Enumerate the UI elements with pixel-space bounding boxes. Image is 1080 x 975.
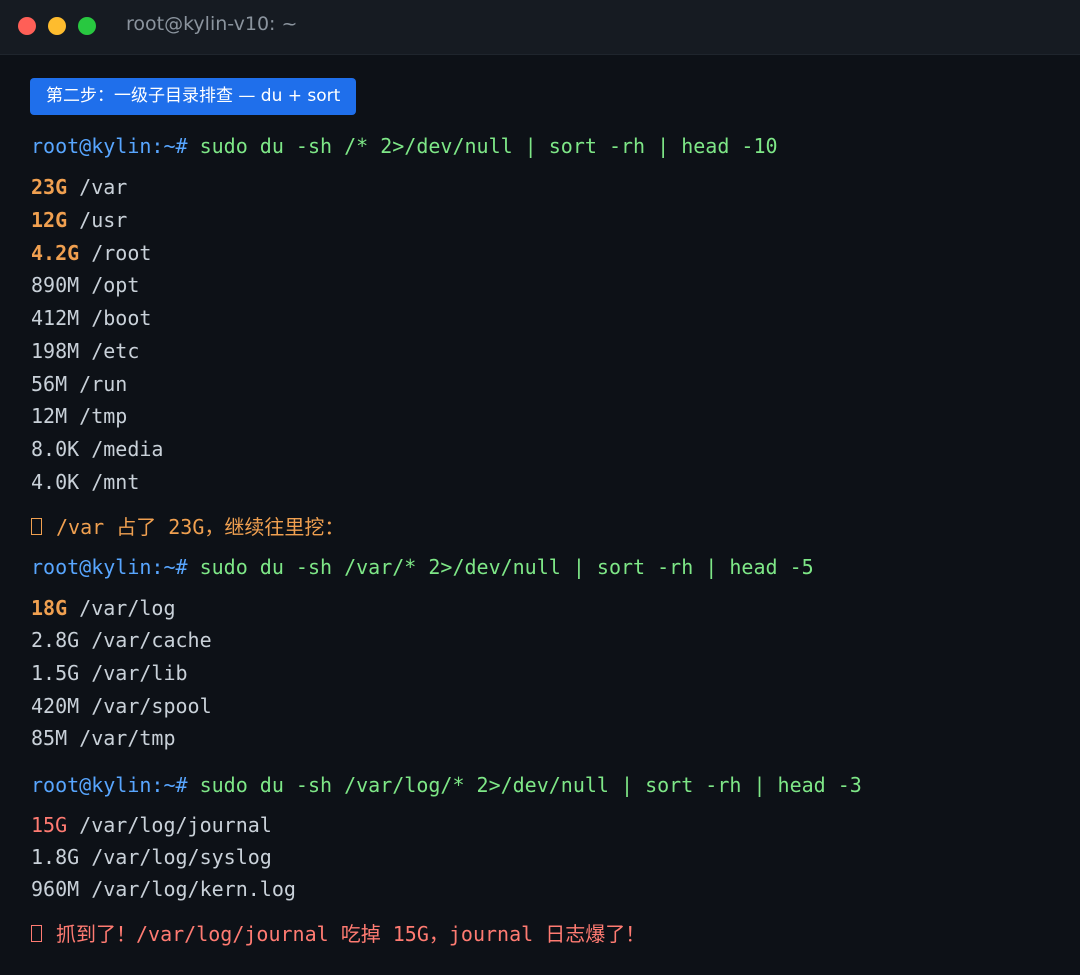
path-value: /opt — [79, 273, 140, 297]
output-row: 420M /var/spool — [31, 694, 212, 718]
command-line: root@kylin:~# sudo du -sh /* 2>/dev/null… — [31, 134, 778, 158]
output-row: 8.0K /media — [31, 437, 163, 461]
path-value: /var/log/syslog — [79, 845, 272, 869]
output-row: 4.2G /root — [31, 241, 151, 265]
command-text: sudo du -sh /* 2>/dev/null | sort -rh | … — [199, 134, 778, 158]
path-value: /mnt — [79, 470, 140, 494]
note-text: /var 占了 23G，继续往里挖： — [56, 515, 345, 539]
size-value: 890M — [31, 273, 80, 297]
output-row: 85M /var/tmp — [31, 726, 176, 750]
path-value: /var — [67, 175, 128, 199]
minimize-window-button[interactable] — [48, 17, 66, 35]
size-value: 4.0K — [31, 470, 80, 494]
output-row: 56M /run — [31, 372, 127, 396]
size-value: 412M — [31, 306, 80, 330]
size-value: 198M — [31, 339, 80, 363]
size-value: 2.8G — [31, 628, 80, 652]
shell-prompt: root@kylin:~# — [31, 134, 200, 158]
output-row: 1.5G /var/lib — [31, 661, 188, 685]
title-bar: root@kylin-v10: ~ — [0, 0, 1080, 55]
missing-glyph-icon — [31, 518, 42, 535]
analysis-note: /var 占了 23G，继续往里挖： — [31, 515, 344, 539]
path-value: /var/log/kern.log — [79, 877, 296, 901]
path-value: /var/cache — [79, 628, 212, 652]
size-value: 85M — [31, 726, 68, 750]
path-value: /media — [79, 437, 164, 461]
terminal-window: root@kylin-v10: ~ 第二步：一级子目录排查 — du + sor… — [0, 0, 1080, 975]
command-line: root@kylin:~# sudo du -sh /var/log/* 2>/… — [31, 773, 862, 797]
command-line: root@kylin:~# sudo du -sh /var/* 2>/dev/… — [31, 555, 814, 579]
output-row: 890M /opt — [31, 273, 139, 297]
path-value: /var/log/journal — [67, 813, 272, 837]
close-window-button[interactable] — [18, 17, 36, 35]
output-row: 15G /var/log/journal — [31, 813, 272, 837]
output-row: 2.8G /var/cache — [31, 628, 212, 652]
output-row: 960M /var/log/kern.log — [31, 877, 296, 901]
path-value: /var/tmp — [67, 726, 176, 750]
output-row: 412M /boot — [31, 306, 151, 330]
path-value: /usr — [67, 208, 128, 232]
output-row: 18G /var/log — [31, 596, 176, 620]
maximize-window-button[interactable] — [78, 17, 96, 35]
size-value: 12M — [31, 404, 68, 428]
path-value: /run — [67, 372, 128, 396]
path-value: /var/log — [67, 596, 176, 620]
size-value: 4.2G — [31, 241, 80, 265]
size-value: 18G — [31, 596, 68, 620]
output-row: 23G /var — [31, 175, 127, 199]
missing-glyph-icon — [31, 925, 42, 942]
note-text: 抓到了！/var/log/journal 吃掉 15G，journal 日志爆了… — [56, 922, 646, 946]
size-value: 56M — [31, 372, 68, 396]
size-value: 12G — [31, 208, 68, 232]
path-value: /var/lib — [79, 661, 188, 685]
shell-prompt: root@kylin:~# — [31, 555, 200, 579]
command-text: sudo du -sh /var/* 2>/dev/null | sort -r… — [199, 555, 814, 579]
size-value: 1.8G — [31, 845, 80, 869]
size-value: 23G — [31, 175, 68, 199]
window-title: root@kylin-v10: ~ — [126, 13, 298, 35]
path-value: /etc — [79, 339, 140, 363]
output-row: 4.0K /mnt — [31, 470, 139, 494]
path-value: /tmp — [67, 404, 128, 428]
output-row: 12G /usr — [31, 208, 127, 232]
output-row: 198M /etc — [31, 339, 139, 363]
command-text: sudo du -sh /var/log/* 2>/dev/null | sor… — [199, 773, 862, 797]
size-value: 15G — [31, 813, 68, 837]
path-value: /root — [79, 241, 152, 265]
path-value: /boot — [79, 306, 152, 330]
shell-prompt: root@kylin:~# — [31, 773, 200, 797]
output-row: 1.8G /var/log/syslog — [31, 845, 272, 869]
size-value: 1.5G — [31, 661, 80, 685]
path-value: /var/spool — [79, 694, 212, 718]
step-badge: 第二步：一级子目录排查 — du + sort — [30, 78, 357, 115]
size-value: 8.0K — [31, 437, 80, 461]
size-value: 420M — [31, 694, 80, 718]
conclusion-note: 抓到了！/var/log/journal 吃掉 15G，journal 日志爆了… — [31, 922, 645, 946]
size-value: 960M — [31, 877, 80, 901]
output-row: 12M /tmp — [31, 404, 127, 428]
